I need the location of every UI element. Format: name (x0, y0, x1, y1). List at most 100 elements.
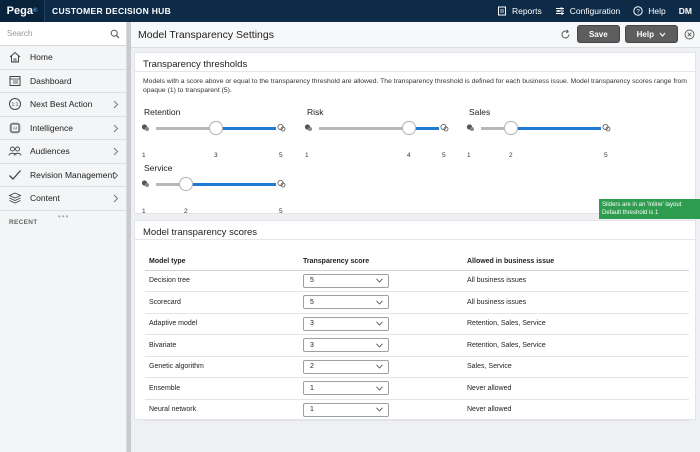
pega-logo[interactable]: Pega ® (0, 0, 45, 22)
opaque-icon (141, 124, 149, 131)
slider-sales: Sales 1 2 5 (466, 107, 614, 159)
slider-thumb[interactable] (209, 121, 223, 135)
slider-thumb[interactable] (402, 121, 416, 135)
sidebar-item-home[interactable]: Home (0, 46, 126, 70)
sidebar-item-label: Content (30, 193, 60, 204)
scores-title: Model transparency scores (135, 221, 695, 240)
tooltip-line: Default threshold is 1 (602, 210, 659, 216)
search-input[interactable]: Search (7, 29, 32, 38)
search-box[interactable]: Search (0, 22, 126, 46)
thresholds-title: Transparency thresholds (135, 53, 695, 72)
service-slider[interactable]: 1 2 5 (141, 177, 289, 215)
sales-slider[interactable]: 1 2 5 (466, 121, 614, 159)
slider-thumb[interactable] (179, 177, 193, 191)
score-cell: 3 (299, 313, 463, 335)
slider-track-fill (216, 126, 276, 130)
sidebar-item-revision-management[interactable]: Revision Management (0, 164, 126, 187)
user-avatar[interactable]: DM (679, 6, 692, 16)
svg-text:1:1: 1:1 (11, 102, 18, 108)
score-value: 3 (310, 320, 314, 328)
score-select[interactable]: 1 (303, 381, 389, 396)
allowed-cell: All business issues (463, 291, 689, 314)
score-cell: 5 (299, 291, 463, 314)
score-select[interactable]: 3 (303, 338, 389, 353)
opaque-icon (466, 124, 474, 131)
risk-slider[interactable]: 1 4 5 (304, 121, 452, 159)
score-select[interactable]: 5 (303, 295, 389, 310)
allowed-cell: Never allowed (463, 399, 689, 421)
retention-slider[interactable]: 1 3 5 (141, 121, 289, 159)
thresholds-description: Models with a score above or equal to th… (143, 78, 687, 94)
help-label: Help (648, 6, 666, 16)
model-type-cell: Decision tree (145, 270, 299, 292)
allowed-cell: Retention, Sales, Service (463, 334, 689, 357)
help-button[interactable]: Help (624, 25, 678, 43)
sidebar-scrollbar[interactable] (127, 22, 131, 452)
slider-thumb[interactable] (504, 121, 518, 135)
allowed-cell: Sales, Service (463, 356, 689, 378)
slider-track-left (319, 127, 409, 130)
sidebar-item-label: Revision Management (30, 169, 115, 180)
sidebar-item-dashboard[interactable]: Dashboard (0, 70, 126, 93)
slider-risk: Risk 1 4 5 (304, 107, 452, 159)
score-cell: 5 (299, 270, 463, 292)
score-value: 5 (310, 277, 314, 285)
scores-panel: Model transparency scores Model type Tra… (134, 220, 696, 421)
slider-value-label: 3 (214, 152, 218, 159)
table-row: Genetic algorithm 2 Sales, Service (145, 356, 689, 378)
sidebar-item-intelligence[interactable]: AI Intelligence (0, 117, 126, 140)
score-value: 2 (310, 363, 314, 371)
slider-label: Service (144, 163, 173, 173)
score-value: 5 (310, 298, 314, 306)
sidebar-item-next-best-action[interactable]: 1:1 Next Best Action (0, 93, 126, 117)
column-header: Model type (145, 253, 299, 271)
slider-label: Risk (307, 107, 324, 117)
search-icon (110, 29, 120, 38)
allowed-cell: Never allowed (463, 377, 689, 400)
score-value: 1 (310, 384, 314, 392)
slider-track-fill (186, 182, 276, 186)
sidebar-item-content[interactable]: Content (0, 187, 126, 211)
transparent-icon (277, 124, 286, 132)
table-row: Adaptive model 3 Retention, Sales, Service (145, 313, 689, 335)
sidebar-item-label: Audiences (30, 146, 70, 157)
slider-max-label: 5 (279, 152, 283, 159)
score-cell: 2 (299, 356, 463, 378)
configuration-link[interactable]: Configuration (555, 6, 620, 16)
model-type-cell: Genetic algorithm (145, 356, 299, 378)
allowed-cell: All business issues (463, 270, 689, 292)
chevron-down-icon (376, 321, 383, 326)
table-row: Ensemble 1 Never allowed (145, 377, 689, 400)
page-header: Model Transparency Settings Save Help (131, 22, 700, 48)
save-button[interactable]: Save (576, 25, 620, 43)
score-select[interactable]: 3 (303, 316, 389, 331)
chevron-down-icon (376, 278, 383, 283)
svg-text:AI: AI (12, 125, 16, 130)
score-select[interactable]: 2 (303, 359, 389, 374)
close-button[interactable] (683, 28, 696, 41)
sidebar-item-label: Dashboard (30, 75, 72, 86)
sidebar: Search Home Dashboard 1:1 Next Best Acti… (0, 22, 127, 452)
resize-grip[interactable]: ••• (58, 212, 69, 221)
chevron-down-icon (376, 300, 383, 305)
refresh-button[interactable] (559, 28, 572, 41)
score-select[interactable]: 1 (303, 402, 389, 417)
sidebar-item-label: Intelligence (30, 122, 74, 133)
scores-table: Model type Transparency score Allowed in… (145, 253, 689, 421)
reports-link[interactable]: Reports (497, 6, 542, 16)
opaque-icon (304, 124, 312, 131)
slider-value-label: 2 (184, 208, 188, 215)
help-link[interactable]: ? Help (633, 6, 666, 16)
chevron-down-icon (659, 32, 666, 37)
close-icon (684, 29, 695, 39)
score-select[interactable]: 5 (303, 273, 389, 288)
slider-min-label: 1 (467, 152, 471, 159)
table-row: Neural network 1 Never allowed (145, 399, 689, 421)
chevron-right-icon (113, 147, 119, 156)
reports-label: Reports (511, 6, 542, 16)
transparent-icon (440, 124, 449, 132)
sidebar-item-audiences[interactable]: Audiences (0, 140, 126, 164)
chevron-down-icon (376, 386, 383, 391)
slider-track-fill (511, 126, 601, 130)
stack-icon (7, 192, 22, 204)
